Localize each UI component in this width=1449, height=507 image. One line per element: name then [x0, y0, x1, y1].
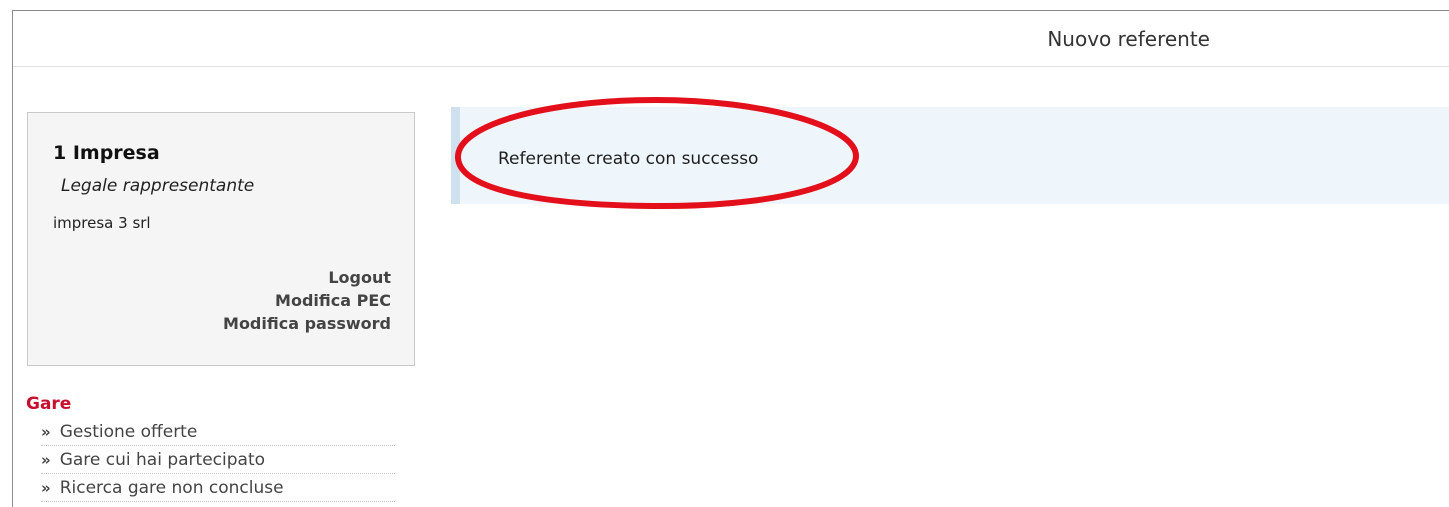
company-detail: impresa 3 srl — [53, 214, 151, 232]
nav-section-gare: Gare » Gestione offerte » Gare cui hai p… — [26, 394, 395, 502]
user-panel: 1 Impresa Legale rappresentante impresa … — [27, 112, 415, 366]
page-title: Nuovo referente — [1047, 27, 1210, 51]
double-chevron-right-icon: » — [41, 422, 51, 441]
double-chevron-right-icon: » — [41, 450, 51, 469]
edit-pec-link[interactable]: Modifica PEC — [223, 289, 391, 312]
nav-item-label: Gare cui hai partecipato — [59, 449, 266, 470]
nav-section-title: Gare — [26, 394, 72, 414]
user-role: Legale rappresentante — [61, 176, 255, 196]
company-name: 1 Impresa — [53, 142, 160, 164]
nav-item-label: Ricerca gare non concluse — [59, 477, 284, 498]
success-message-text: Referente creato con successo — [498, 149, 759, 169]
page-header: Nuovo referente — [13, 11, 1449, 67]
success-message-box: Referente creato con successo — [451, 107, 1449, 204]
logout-link[interactable]: Logout — [223, 266, 391, 289]
nav-item-gestione-offerte[interactable]: » Gestione offerte — [41, 418, 395, 446]
user-links: Logout Modifica PEC Modifica password — [223, 266, 391, 335]
nav-item-label: Gestione offerte — [59, 421, 198, 442]
double-chevron-right-icon: » — [41, 478, 51, 497]
edit-password-link[interactable]: Modifica password — [223, 312, 391, 335]
nav-item-gare-partecipato[interactable]: » Gare cui hai partecipato — [41, 446, 395, 474]
nav-item-ricerca-gare[interactable]: » Ricerca gare non concluse — [41, 474, 395, 502]
